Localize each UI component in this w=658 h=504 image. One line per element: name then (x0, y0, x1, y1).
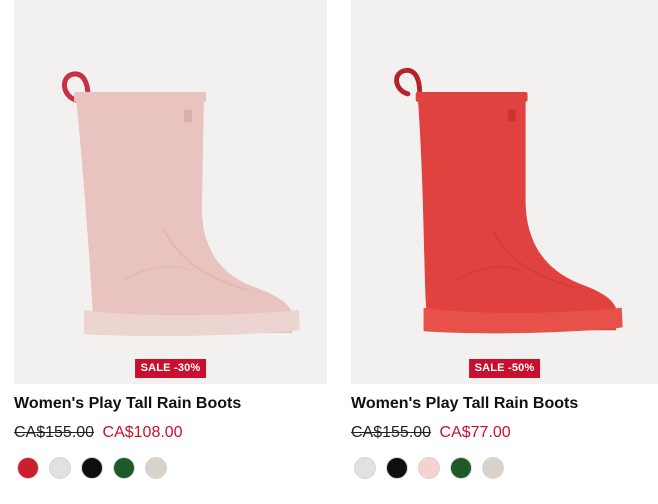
sale-price: CA$77.00 (439, 424, 511, 441)
color-swatch[interactable] (450, 457, 472, 479)
product-image[interactable]: SALE -50% (351, 0, 658, 384)
color-swatches (17, 457, 327, 479)
price-row: CA$155.00 CA$77.00 (351, 423, 658, 443)
price-row: CA$155.00 CA$108.00 (14, 423, 327, 443)
color-swatches (354, 457, 658, 479)
color-swatch[interactable] (418, 457, 440, 479)
original-price: CA$155.00 (351, 424, 432, 441)
sale-badge: SALE -50% (468, 359, 541, 378)
color-swatch[interactable] (113, 457, 135, 479)
boot-graphic (394, 67, 623, 334)
boot-graphic (62, 71, 300, 337)
product-title[interactable]: Women's Play Tall Rain Boots (14, 394, 327, 414)
product-card[interactable]: SALE -30% Women's Play Tall Rain Boots C… (14, 0, 327, 479)
boot-illustration (394, 67, 623, 334)
color-swatch[interactable] (145, 457, 167, 479)
boot-illustration (62, 71, 300, 337)
product-card[interactable]: SALE -50% Women's Play Tall Rain Boots C… (351, 0, 658, 479)
product-image[interactable]: SALE -30% (14, 0, 327, 384)
color-swatch[interactable] (482, 457, 504, 479)
original-price: CA$155.00 (14, 424, 95, 441)
color-swatch[interactable] (81, 457, 103, 479)
sale-price: CA$108.00 (102, 424, 183, 441)
color-swatch[interactable] (49, 457, 71, 479)
color-swatch[interactable] (386, 457, 408, 479)
product-title[interactable]: Women's Play Tall Rain Boots (351, 394, 658, 414)
sale-badge: SALE -30% (134, 359, 207, 378)
color-swatch[interactable] (17, 457, 39, 479)
color-swatch[interactable] (354, 457, 376, 479)
